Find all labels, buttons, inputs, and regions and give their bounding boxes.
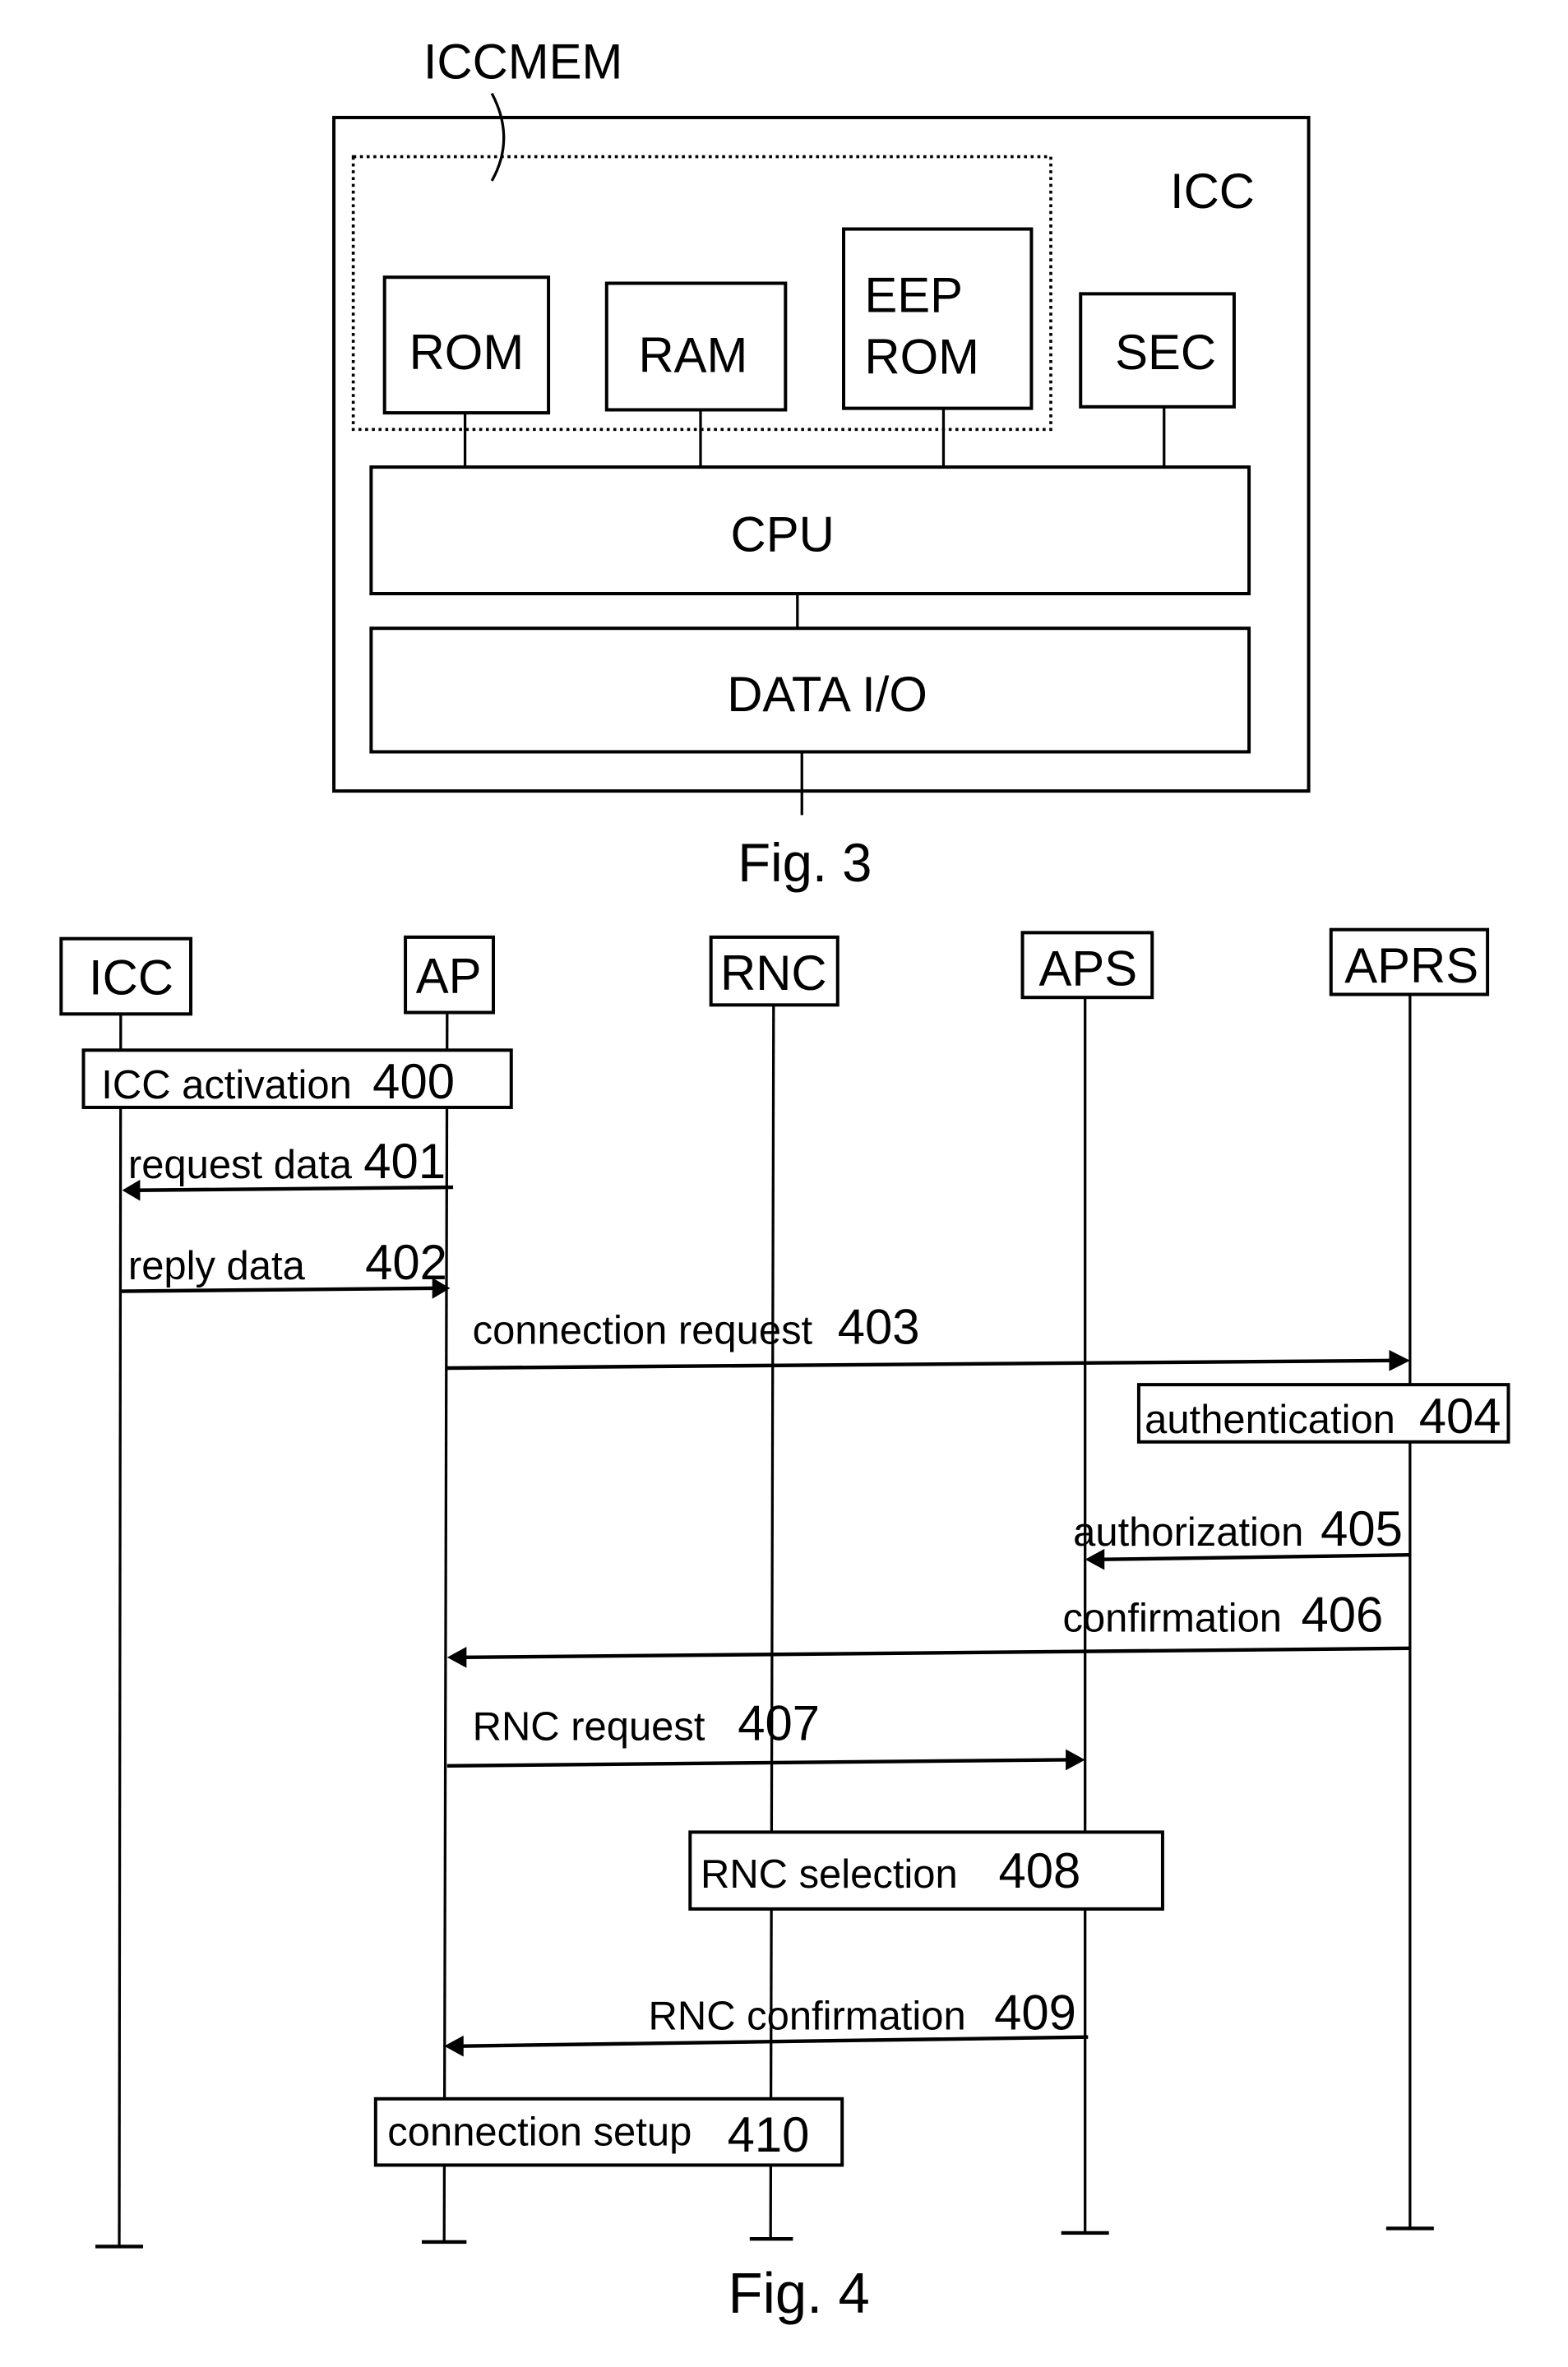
step-409-rnc-confirmation: RNC confirmation 409 xyxy=(444,1985,1089,2057)
step-401-text: request data xyxy=(128,1142,353,1187)
eeprom-label-line2: ROM xyxy=(864,329,979,384)
step-400-number: 400 xyxy=(372,1054,455,1109)
participant-label-ap: AP xyxy=(416,948,482,1003)
icc-container-label: ICC xyxy=(1170,164,1255,219)
step-407-rnc-request: RNC request 407 xyxy=(446,1695,1085,1771)
participant-label-aps: APS xyxy=(1038,941,1137,996)
step-401-number-label: 401 xyxy=(363,1134,446,1189)
step-406-number: 406 xyxy=(1302,1587,1384,1642)
message-arrow-407 xyxy=(446,1758,1067,1768)
step-408-text: RNC selection xyxy=(701,1852,958,1897)
step-408-number: 408 xyxy=(999,1843,1081,1898)
cpu-label: CPU xyxy=(731,506,835,562)
step-402-text: reply data xyxy=(128,1243,306,1288)
step-401-request-data: request data 402 401 xyxy=(122,1134,454,1201)
step-407-text: RNC request xyxy=(473,1704,705,1749)
step-403-number: 403 xyxy=(838,1299,920,1354)
fig3-caption: Fig. 3 xyxy=(738,833,872,893)
arrowhead-409 xyxy=(444,2035,464,2057)
fig4: ICC AP RNC APS APRS ICC activation 400 r… xyxy=(59,927,1510,2325)
step-404-number: 404 xyxy=(1419,1389,1501,1444)
step-403-connection-request: connection request 403 xyxy=(446,1299,1410,1371)
lifeline-icc xyxy=(118,1014,123,2247)
step-403-text: connection request xyxy=(473,1307,813,1352)
step-406-text: confirmation xyxy=(1062,1595,1282,1640)
participant-label-rnc: RNC xyxy=(720,945,827,1001)
step-400-icc-activation: ICC activation 400 xyxy=(81,1048,513,1109)
step-410-connection-setup: connection setup 410 xyxy=(373,2097,844,2167)
step-402-reply-data: reply data 402 xyxy=(120,1235,451,1299)
lifeline-rnc xyxy=(769,1005,775,2240)
step-402-number: 402 xyxy=(365,1235,447,1290)
step-409-number: 409 xyxy=(994,1985,1076,2040)
step-410-number: 410 xyxy=(728,2107,810,2162)
iccmem-label: ICCMEM xyxy=(423,34,622,89)
participant-icc: ICC xyxy=(59,936,193,2249)
participant-label-aprs: APRS xyxy=(1344,938,1478,993)
step-404-authentication: authentication 404 xyxy=(1136,1383,1510,1444)
step-404-text: authentication xyxy=(1145,1397,1395,1442)
message-arrow-406 xyxy=(465,1646,1410,1660)
fig4-caption: Fig. 4 xyxy=(728,2261,869,2325)
step-408-rnc-selection: RNC selection 408 xyxy=(688,1830,1164,1911)
participant-label-icc: ICC xyxy=(89,950,173,1005)
ram-label: RAM xyxy=(638,327,747,382)
step-409-text: RNC confirmation xyxy=(649,1993,966,2038)
eeprom-label-line1: EEP xyxy=(864,267,963,322)
step-405-number: 405 xyxy=(1321,1501,1403,1556)
sec-label: SEC xyxy=(1115,325,1216,380)
lifeline-ap xyxy=(442,1012,449,2242)
participant-aprs: APRS xyxy=(1329,927,1490,2231)
arrowhead-406 xyxy=(446,1647,467,1668)
data-io-label: DATA I/O xyxy=(727,667,927,722)
step-405-authorization: authorization 405 xyxy=(1073,1501,1410,1570)
rom-label: ROM xyxy=(409,325,525,380)
step-407-number: 407 xyxy=(738,1695,820,1750)
step-406-confirmation: confirmation 406 xyxy=(446,1587,1410,1668)
step-405-text: authorization xyxy=(1073,1509,1303,1555)
step-400-text: ICC activation xyxy=(101,1062,352,1107)
message-arrow-403 xyxy=(446,1358,1393,1371)
fig3: ICC ICCMEM ROM RAM EEP ROM SEC CPU DATA … xyxy=(332,34,1311,893)
patent-drawing-sheet: ICC ICCMEM ROM RAM EEP ROM SEC CPU DATA … xyxy=(59,34,1510,2325)
step-410-text: connection setup xyxy=(387,2109,691,2154)
arrowhead-407 xyxy=(1066,1749,1085,1771)
arrowhead-403 xyxy=(1389,1350,1410,1371)
